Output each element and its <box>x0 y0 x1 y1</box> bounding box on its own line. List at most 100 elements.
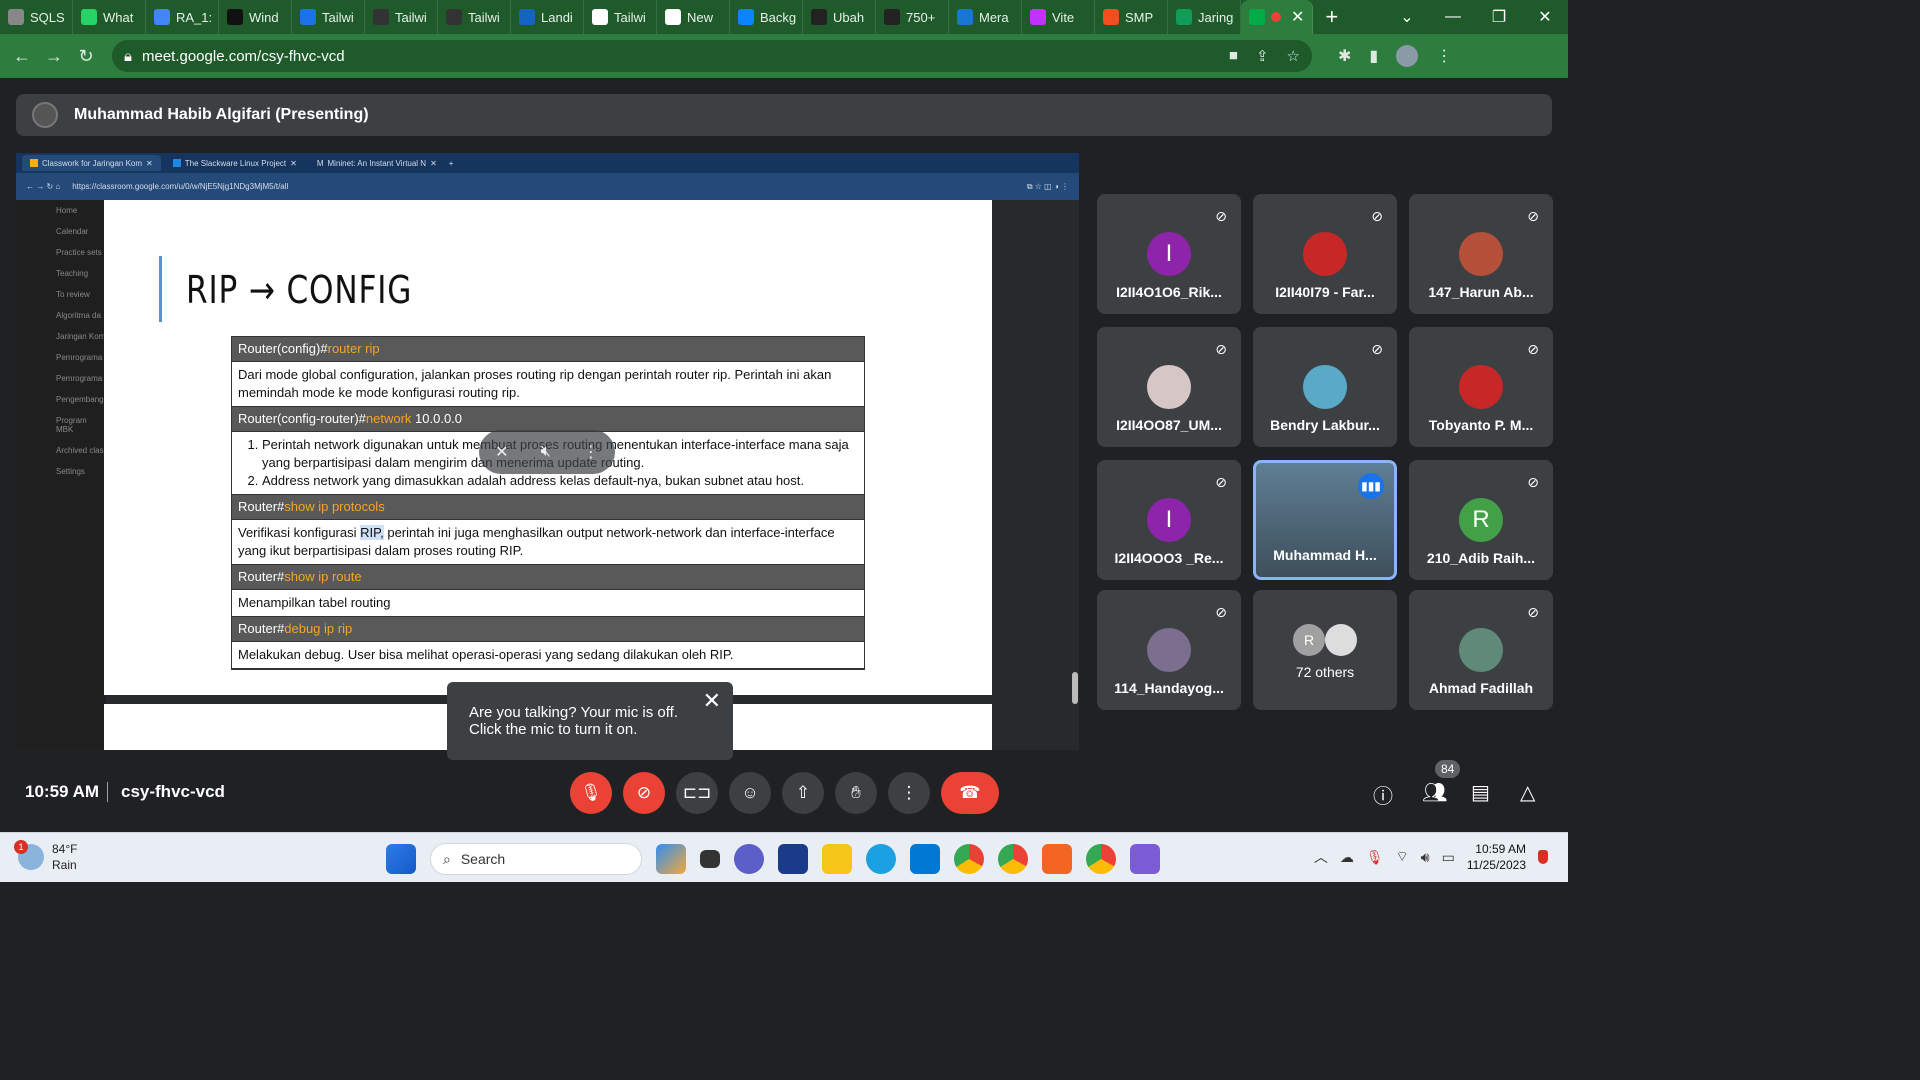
browser-tab[interactable]: Tailwi <box>365 0 438 34</box>
close-icon[interactable]: ✕ <box>703 690 721 712</box>
participant-tile[interactable]: R 72 others <box>1253 590 1397 710</box>
close-tab-icon[interactable]: ✕ <box>1291 7 1304 27</box>
pin-off-icon[interactable]: ✕ <box>495 442 508 462</box>
snipping-tool-icon[interactable] <box>1130 844 1160 874</box>
weather-widget[interactable]: 1 84°F Rain <box>14 840 77 873</box>
tab-active-meet[interactable]: ✕ <box>1241 0 1314 34</box>
vscode-icon[interactable] <box>910 844 940 874</box>
tab-label: 750+ <box>906 9 936 25</box>
edge-icon[interactable] <box>866 844 896 874</box>
browser-tab[interactable]: Vite <box>1022 0 1095 34</box>
activities-button[interactable]: △ <box>1520 780 1535 805</box>
browser-tab[interactable]: Landi <box>511 0 584 34</box>
chrome-profile-icon[interactable] <box>998 844 1028 874</box>
forward-button[interactable]: → <box>38 46 70 67</box>
camera-off-icon: ⊘ <box>636 783 652 802</box>
side-panel-icon[interactable]: ▮ <box>1369 46 1378 66</box>
chrome-icon[interactable] <box>954 844 984 874</box>
list-item: Address network yang dimasukkan adalah a… <box>262 472 858 490</box>
participant-tile[interactable]: ⊘ Bendry Lakbur... <box>1253 327 1397 447</box>
browser-tab[interactable]: 750+ <box>876 0 949 34</box>
chrome-menu-icon[interactable]: ⋮ <box>1436 46 1452 66</box>
participant-tile[interactable]: ⊘ 147_Harun Ab... <box>1409 194 1553 314</box>
wifi-icon[interactable]: ⌔ <box>1396 848 1409 866</box>
share-icon[interactable]: ⇪ <box>1256 47 1269 65</box>
bookmark-star-icon[interactable]: ☆ <box>1287 47 1300 65</box>
participant-tile[interactable]: I ⊘ I2II4OOO3 _Re... <box>1097 460 1241 580</box>
browser-tab[interactable]: RA_1: <box>146 0 219 34</box>
browser-tab[interactable]: Tailwi <box>438 0 511 34</box>
participant-tile[interactable]: R ⊘ 210_Adib Raih... <box>1409 460 1553 580</box>
participant-tile[interactable]: ⊘ I2II40I79 - Far... <box>1253 194 1397 314</box>
browser-tab[interactable]: Tailwi <box>584 0 657 34</box>
maximize-button[interactable]: ❐ <box>1476 7 1522 27</box>
mute-audio-icon[interactable]: 🔇︎ <box>541 443 551 461</box>
browser-tab[interactable]: Jaring <box>1168 0 1241 34</box>
present-button[interactable]: ⇧ <box>782 772 824 814</box>
tile-overlay-controls[interactable]: ✕ 🔇︎ ⋮ <box>479 430 615 474</box>
emoji-button[interactable]: ☺ <box>729 772 771 814</box>
people-button[interactable]: 👥︎ <box>1422 780 1447 805</box>
raise-hand-button[interactable]: ✋︎ <box>835 772 877 814</box>
chat-app-icon[interactable] <box>734 844 764 874</box>
more-options-button[interactable]: ⋮ <box>888 772 930 814</box>
browser-tab[interactable]: What <box>73 0 146 34</box>
browser-tab[interactable]: New <box>657 0 730 34</box>
close-window-button[interactable]: ✕ <box>1522 7 1568 27</box>
browser-tab[interactable]: Ubah <box>803 0 876 34</box>
profile-avatar[interactable] <box>1396 45 1419 67</box>
windows-start-icon[interactable] <box>386 844 416 874</box>
participant-tile[interactable]: I ⊘ I2II4O1O6_Rik... <box>1097 194 1241 314</box>
shared-screen[interactable]: Classwork for Jaringan Kom ✕ The Slackwa… <box>16 153 1079 750</box>
leave-call-button[interactable]: ☎︎ <box>941 772 999 814</box>
tab-search-icon[interactable]: ⌄ <box>1384 7 1430 27</box>
tab-favicon-icon <box>1030 9 1046 25</box>
app-orange-icon[interactable] <box>1042 844 1072 874</box>
tab-list: SQLS What RA_1: Wind Tailwi Tailwi Tailwi Landi… <box>0 0 1241 34</box>
tile-more-icon[interactable]: ⋮ <box>583 442 599 462</box>
back-button[interactable]: ← <box>6 46 38 67</box>
participant-tile[interactable]: ▮▮▮ Muhammad H... <box>1253 460 1397 580</box>
address-bar[interactable]: 🔒︎ meet.google.com/csy-fhvc-vcd ■ ⇪ ☆ <box>112 40 1312 72</box>
camera-in-use-icon[interactable]: ■ <box>1229 47 1238 65</box>
browser-tab[interactable]: SMP <box>1095 0 1168 34</box>
participant-tile[interactable]: ⊘ 114_Handayog... <box>1097 590 1241 710</box>
mic-toggle-button[interactable]: 🎙︎ <box>570 772 612 814</box>
camera-toggle-button[interactable]: ⊘ <box>623 772 665 814</box>
browser-tab[interactable]: Backg <box>730 0 803 34</box>
captions-button[interactable]: ⊏⊐ <box>676 772 718 814</box>
system-clock[interactable]: 10:59 AM 11/25/2023 <box>1467 841 1526 873</box>
l-app-icon[interactable] <box>778 844 808 874</box>
microphone-in-use-icon[interactable]: 🎙︎ <box>1366 849 1384 866</box>
taskbar-search[interactable]: ⌕ Search <box>430 843 642 875</box>
volume-icon[interactable]: 🔊︎ <box>1421 849 1430 866</box>
onedrive-cloud-icon[interactable]: ☁ <box>1340 849 1354 866</box>
scrollbar-thumb[interactable] <box>1072 672 1078 704</box>
battery-icon[interactable]: ▭ <box>1442 849 1455 866</box>
chat-icon: ▤ <box>1471 782 1490 804</box>
chevron-up-icon[interactable]: ︿ <box>1314 847 1328 867</box>
reload-button[interactable]: ↻ <box>70 46 102 67</box>
file-explorer-icon[interactable] <box>822 844 852 874</box>
copilot-icon[interactable] <box>656 844 686 874</box>
browser-tab[interactable]: Tailwi <box>292 0 365 34</box>
browser-tab[interactable]: SQLS <box>0 0 73 34</box>
meeting-details-button[interactable]: ⓘ <box>1373 780 1393 809</box>
shared-tab: Classwork for Jaringan Kom ✕ <box>22 155 161 171</box>
participant-tile[interactable]: ⊘ Tobyanto P. M... <box>1409 327 1553 447</box>
browser-tab[interactable]: Mera <box>949 0 1022 34</box>
mic-off-icon: ⊘ <box>1371 208 1383 224</box>
tab-favicon-icon <box>8 9 24 25</box>
minimize-button[interactable]: — <box>1430 8 1476 26</box>
participant-name: Bendry Lakbur... <box>1270 417 1380 433</box>
meeting-code: csy-fhvc-vcd <box>121 782 225 801</box>
browser-tab[interactable]: Wind <box>219 0 292 34</box>
notification-bell-icon[interactable] <box>1538 850 1548 864</box>
participant-tile[interactable]: ⊘ I2II4OO87_UM... <box>1097 327 1241 447</box>
participant-tile[interactable]: ⊘ Ahmad Fadillah <box>1409 590 1553 710</box>
task-view-icon[interactable] <box>700 850 720 868</box>
chrome-dev-icon[interactable] <box>1086 844 1116 874</box>
extensions-icon[interactable]: ✱ <box>1338 46 1351 66</box>
chat-button[interactable]: ▤ <box>1471 780 1490 805</box>
new-tab-button[interactable]: + <box>1313 4 1350 30</box>
